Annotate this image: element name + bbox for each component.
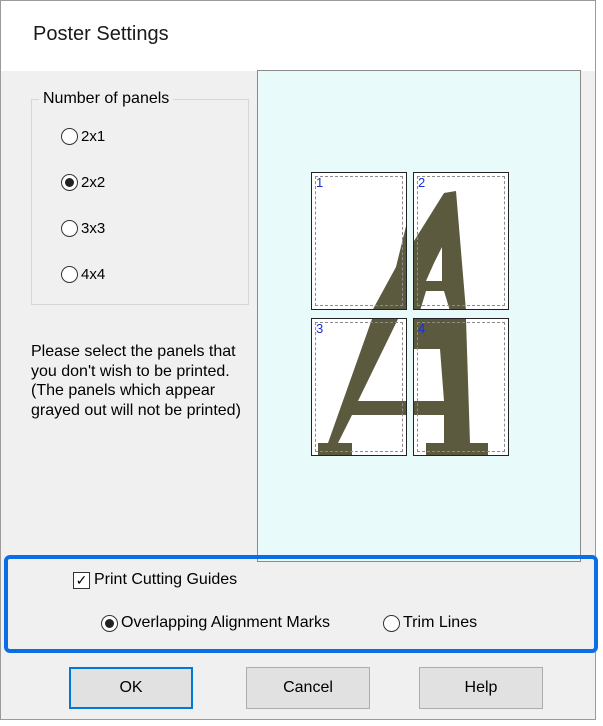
radio-button-icon[interactable] — [61, 220, 78, 237]
cutting-guide — [315, 176, 403, 306]
preview-panel-2[interactable]: 2 — [413, 172, 509, 310]
radio-2x2[interactable]: 2x2 — [61, 174, 105, 191]
radio-button-icon[interactable] — [61, 128, 78, 145]
cutting-guide — [417, 322, 505, 452]
radio-label: 3x3 — [81, 220, 106, 237]
panel-number: 4 — [418, 321, 426, 336]
dialog-titlebar: Poster Settings — [1, 1, 595, 71]
radio-button-icon[interactable] — [61, 266, 78, 283]
cutting-guides-highlight — [4, 555, 598, 653]
cutting-guide — [417, 176, 505, 306]
panel-number: 3 — [316, 321, 324, 336]
preview-panel-4[interactable]: 4 — [413, 318, 509, 456]
help-button[interactable]: Help — [419, 667, 543, 709]
number-of-panels-label: Number of panels — [39, 90, 174, 108]
radio-3x3[interactable]: 3x3 — [61, 220, 105, 237]
preview-panel-1[interactable]: 1 — [311, 172, 407, 310]
help-text: Please select the panels that you don't … — [31, 343, 241, 419]
preview-panel-3[interactable]: 3 — [311, 318, 407, 456]
radio-4x4[interactable]: 4x4 — [61, 266, 105, 283]
panel-number: 2 — [418, 175, 426, 190]
radio-label: 2x1 — [81, 128, 106, 145]
panel-number: 1 — [316, 175, 324, 190]
cutting-guide — [315, 322, 403, 452]
dialog-title: Poster Settings — [33, 23, 169, 45]
radio-button-selected-icon[interactable] — [61, 174, 78, 191]
cancel-button[interactable]: Cancel — [246, 667, 370, 709]
radio-label: 2x2 — [81, 174, 106, 191]
ok-button[interactable]: OK — [69, 667, 193, 709]
poster-preview: 1 2 3 4 — [257, 70, 581, 562]
radio-label: 4x4 — [81, 266, 106, 283]
radio-2x1[interactable]: 2x1 — [61, 128, 105, 145]
